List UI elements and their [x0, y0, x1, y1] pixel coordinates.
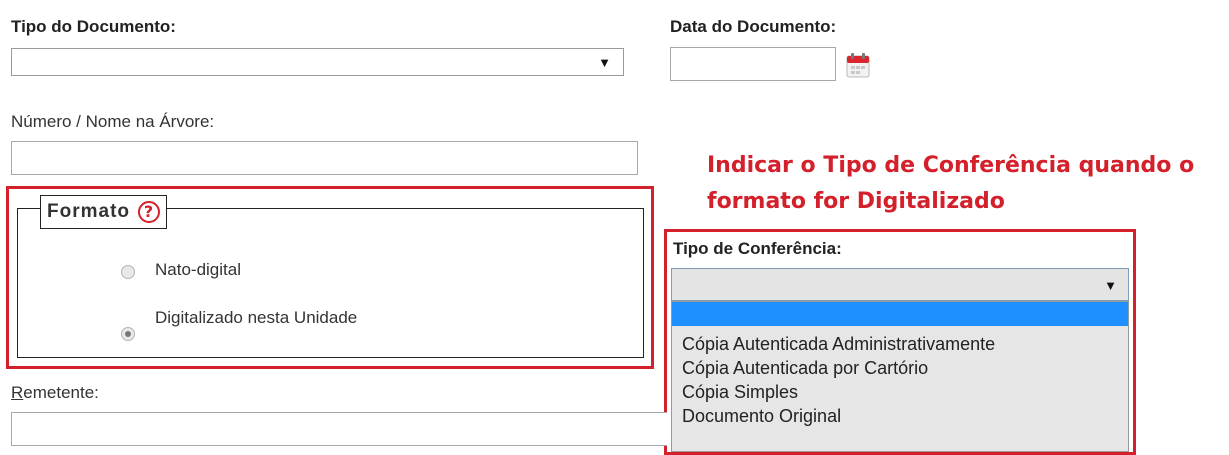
dropdown-option-copia-simples[interactable]: Cópia Simples — [672, 380, 1128, 404]
tipo-documento-select[interactable]: ▼ — [11, 48, 624, 76]
dropdown-option-empty[interactable] — [672, 302, 1128, 326]
tipo-conferencia-select[interactable]: ▼ — [671, 268, 1129, 301]
help-icon[interactable]: ? — [138, 201, 160, 223]
dropdown-option-copia-autenticada-adm[interactable]: Cópia Autenticada Administrativamente — [672, 332, 1128, 356]
chevron-down-icon: ▼ — [1104, 278, 1117, 293]
radio-digitalizado[interactable] — [121, 327, 135, 341]
annotation-line-2: formato for Digitalizado — [707, 189, 1005, 214]
tipo-conferencia-dropdown: Cópia Autenticada Administrativamente Có… — [671, 301, 1129, 452]
data-documento-label: Data do Documento: — [670, 17, 837, 36]
formato-legend-text: Formato — [47, 201, 130, 222]
formato-fieldset — [17, 208, 644, 358]
tipo-documento-label: Tipo do Documento: — [11, 17, 176, 36]
remetente-label-rest: emetente: — [23, 383, 99, 402]
radio-nato-digital-label: Nato-digital — [155, 260, 241, 279]
remetente-accesskey: R — [11, 383, 24, 402]
remetente-label: Remetente: — [11, 383, 99, 403]
radio-nato-digital[interactable] — [121, 265, 135, 279]
dropdown-option-copia-autenticada-cartorio[interactable]: Cópia Autenticada por Cartório — [672, 356, 1128, 380]
annotation-line-1: Indicar o Tipo de Conferência quando o — [707, 153, 1195, 178]
numero-nome-input[interactable] — [11, 141, 638, 175]
tipo-conferencia-label: Tipo de Conferência: — [673, 239, 842, 258]
numero-nome-label: Número / Nome na Árvore: — [11, 112, 215, 131]
chevron-down-icon: ▼ — [598, 55, 611, 70]
radio-digitalizado-label: Digitalizado nesta Unidade — [155, 308, 358, 327]
calendar-icon[interactable] — [846, 52, 870, 78]
data-documento-input[interactable] — [670, 47, 836, 81]
remetente-input[interactable] — [11, 412, 667, 446]
formato-legend: Formato ? — [40, 195, 167, 229]
dropdown-option-documento-original[interactable]: Documento Original — [672, 404, 1128, 428]
